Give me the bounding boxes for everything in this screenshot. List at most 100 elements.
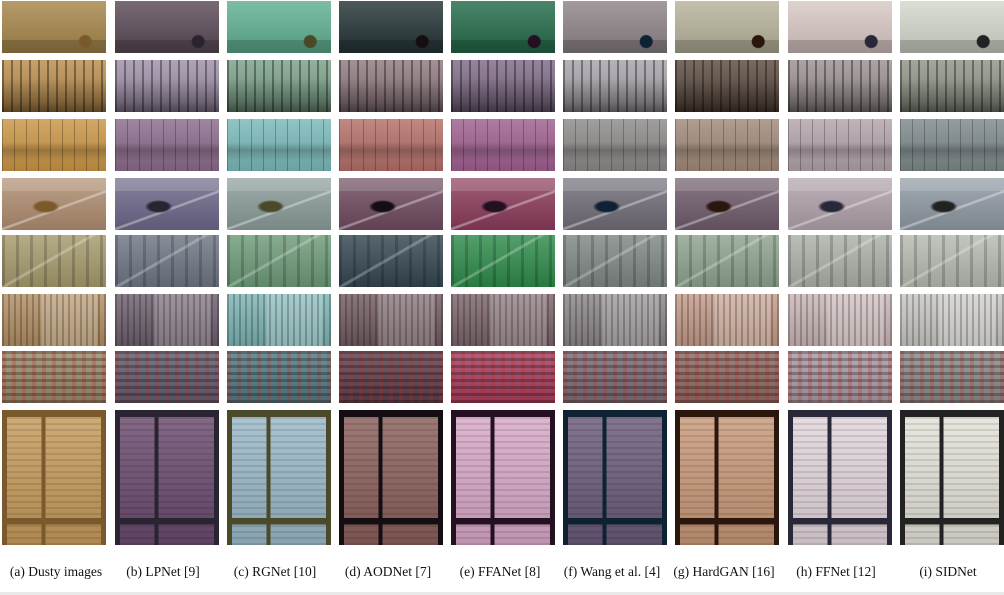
image-content [900, 1, 1004, 53]
residential-rooftops-image [788, 351, 892, 403]
city-traffic-image [115, 235, 219, 287]
image-content [563, 235, 667, 287]
apartment-building-image [563, 294, 667, 346]
motorbike-scene-image [900, 1, 1004, 53]
image-content [2, 410, 106, 545]
field-fence-image [788, 119, 892, 171]
motorbike-scene-image [339, 1, 443, 53]
subfigure-caption: (c) RGNet [10] [233, 564, 317, 579]
window-view-image [563, 410, 667, 545]
image-content [675, 410, 779, 545]
rider-road-image [675, 178, 779, 230]
residential-rooftops-image [900, 351, 1004, 403]
image-content [2, 235, 106, 287]
residential-rooftops-image [675, 351, 779, 403]
image-content [451, 410, 555, 545]
image-content [675, 178, 779, 230]
rider-road-image [900, 178, 1004, 230]
subfigure-caption: (a) Dusty images [9, 564, 103, 579]
image-content [451, 235, 555, 287]
residential-rooftops-image [339, 351, 443, 403]
image-content [2, 1, 106, 53]
residential-rooftops-image [2, 351, 106, 403]
image-content [227, 294, 331, 346]
image-content [115, 1, 219, 53]
subfigure-caption: (g) HardGAN [16] [673, 564, 775, 579]
tree-line-image [788, 60, 892, 112]
image-content [900, 119, 1004, 171]
rider-road-image [451, 178, 555, 230]
window-view-image [339, 410, 443, 545]
image-content [675, 119, 779, 171]
image-content [675, 60, 779, 112]
image-content [788, 119, 892, 171]
image-content [900, 235, 1004, 287]
residential-rooftops-image [227, 351, 331, 403]
residential-rooftops-image [563, 351, 667, 403]
image-content [227, 1, 331, 53]
city-traffic-image [900, 235, 1004, 287]
motorbike-scene-image [451, 1, 555, 53]
tree-line-image [339, 60, 443, 112]
image-content [788, 410, 892, 545]
field-fence-image [563, 119, 667, 171]
image-content [227, 60, 331, 112]
image-content [115, 235, 219, 287]
rider-road-image [339, 178, 443, 230]
subfigure-caption: (f) Wang et al. [4] [563, 564, 661, 579]
image-content [675, 351, 779, 403]
image-content [675, 294, 779, 346]
image-content [115, 294, 219, 346]
image-content [563, 60, 667, 112]
image-content [2, 294, 106, 346]
image-content [2, 351, 106, 403]
image-content [339, 178, 443, 230]
apartment-building-image [900, 294, 1004, 346]
rider-road-image [227, 178, 331, 230]
image-content [788, 178, 892, 230]
city-traffic-image [788, 235, 892, 287]
apartment-building-image [675, 294, 779, 346]
image-content [339, 294, 443, 346]
image-content [227, 235, 331, 287]
field-fence-image [451, 119, 555, 171]
city-traffic-image [227, 235, 331, 287]
image-content [227, 351, 331, 403]
image-content [675, 1, 779, 53]
image-content [2, 178, 106, 230]
window-view-image [451, 410, 555, 545]
figure: (a) Dusty images (b) LPNet [9] (c) RGNet [… [0, 0, 1004, 595]
image-content [115, 60, 219, 112]
image-content [788, 351, 892, 403]
image-content [900, 410, 1004, 545]
image-content [900, 294, 1004, 346]
image-content [788, 235, 892, 287]
window-view-image [675, 410, 779, 545]
rider-road-image [115, 178, 219, 230]
image-content [563, 178, 667, 230]
image-content [115, 351, 219, 403]
motorbike-scene-image [675, 1, 779, 53]
apartment-building-image [2, 294, 106, 346]
image-content [227, 178, 331, 230]
field-fence-image [675, 119, 779, 171]
field-fence-image [2, 119, 106, 171]
image-content [451, 1, 555, 53]
image-content [451, 351, 555, 403]
image-content [115, 410, 219, 545]
image-content [115, 119, 219, 171]
city-traffic-image [339, 235, 443, 287]
window-view-image [788, 410, 892, 545]
image-content [788, 60, 892, 112]
image-content [788, 294, 892, 346]
city-traffic-image [2, 235, 106, 287]
image-content [563, 119, 667, 171]
motorbike-scene-image [115, 1, 219, 53]
subfigure-caption: (i) SIDNet [919, 564, 977, 579]
apartment-building-image [451, 294, 555, 346]
image-content [563, 294, 667, 346]
image-content [2, 60, 106, 112]
window-view-image [115, 410, 219, 545]
image-content [900, 351, 1004, 403]
subfigure-caption: (h) FFNet [12] [796, 564, 876, 579]
